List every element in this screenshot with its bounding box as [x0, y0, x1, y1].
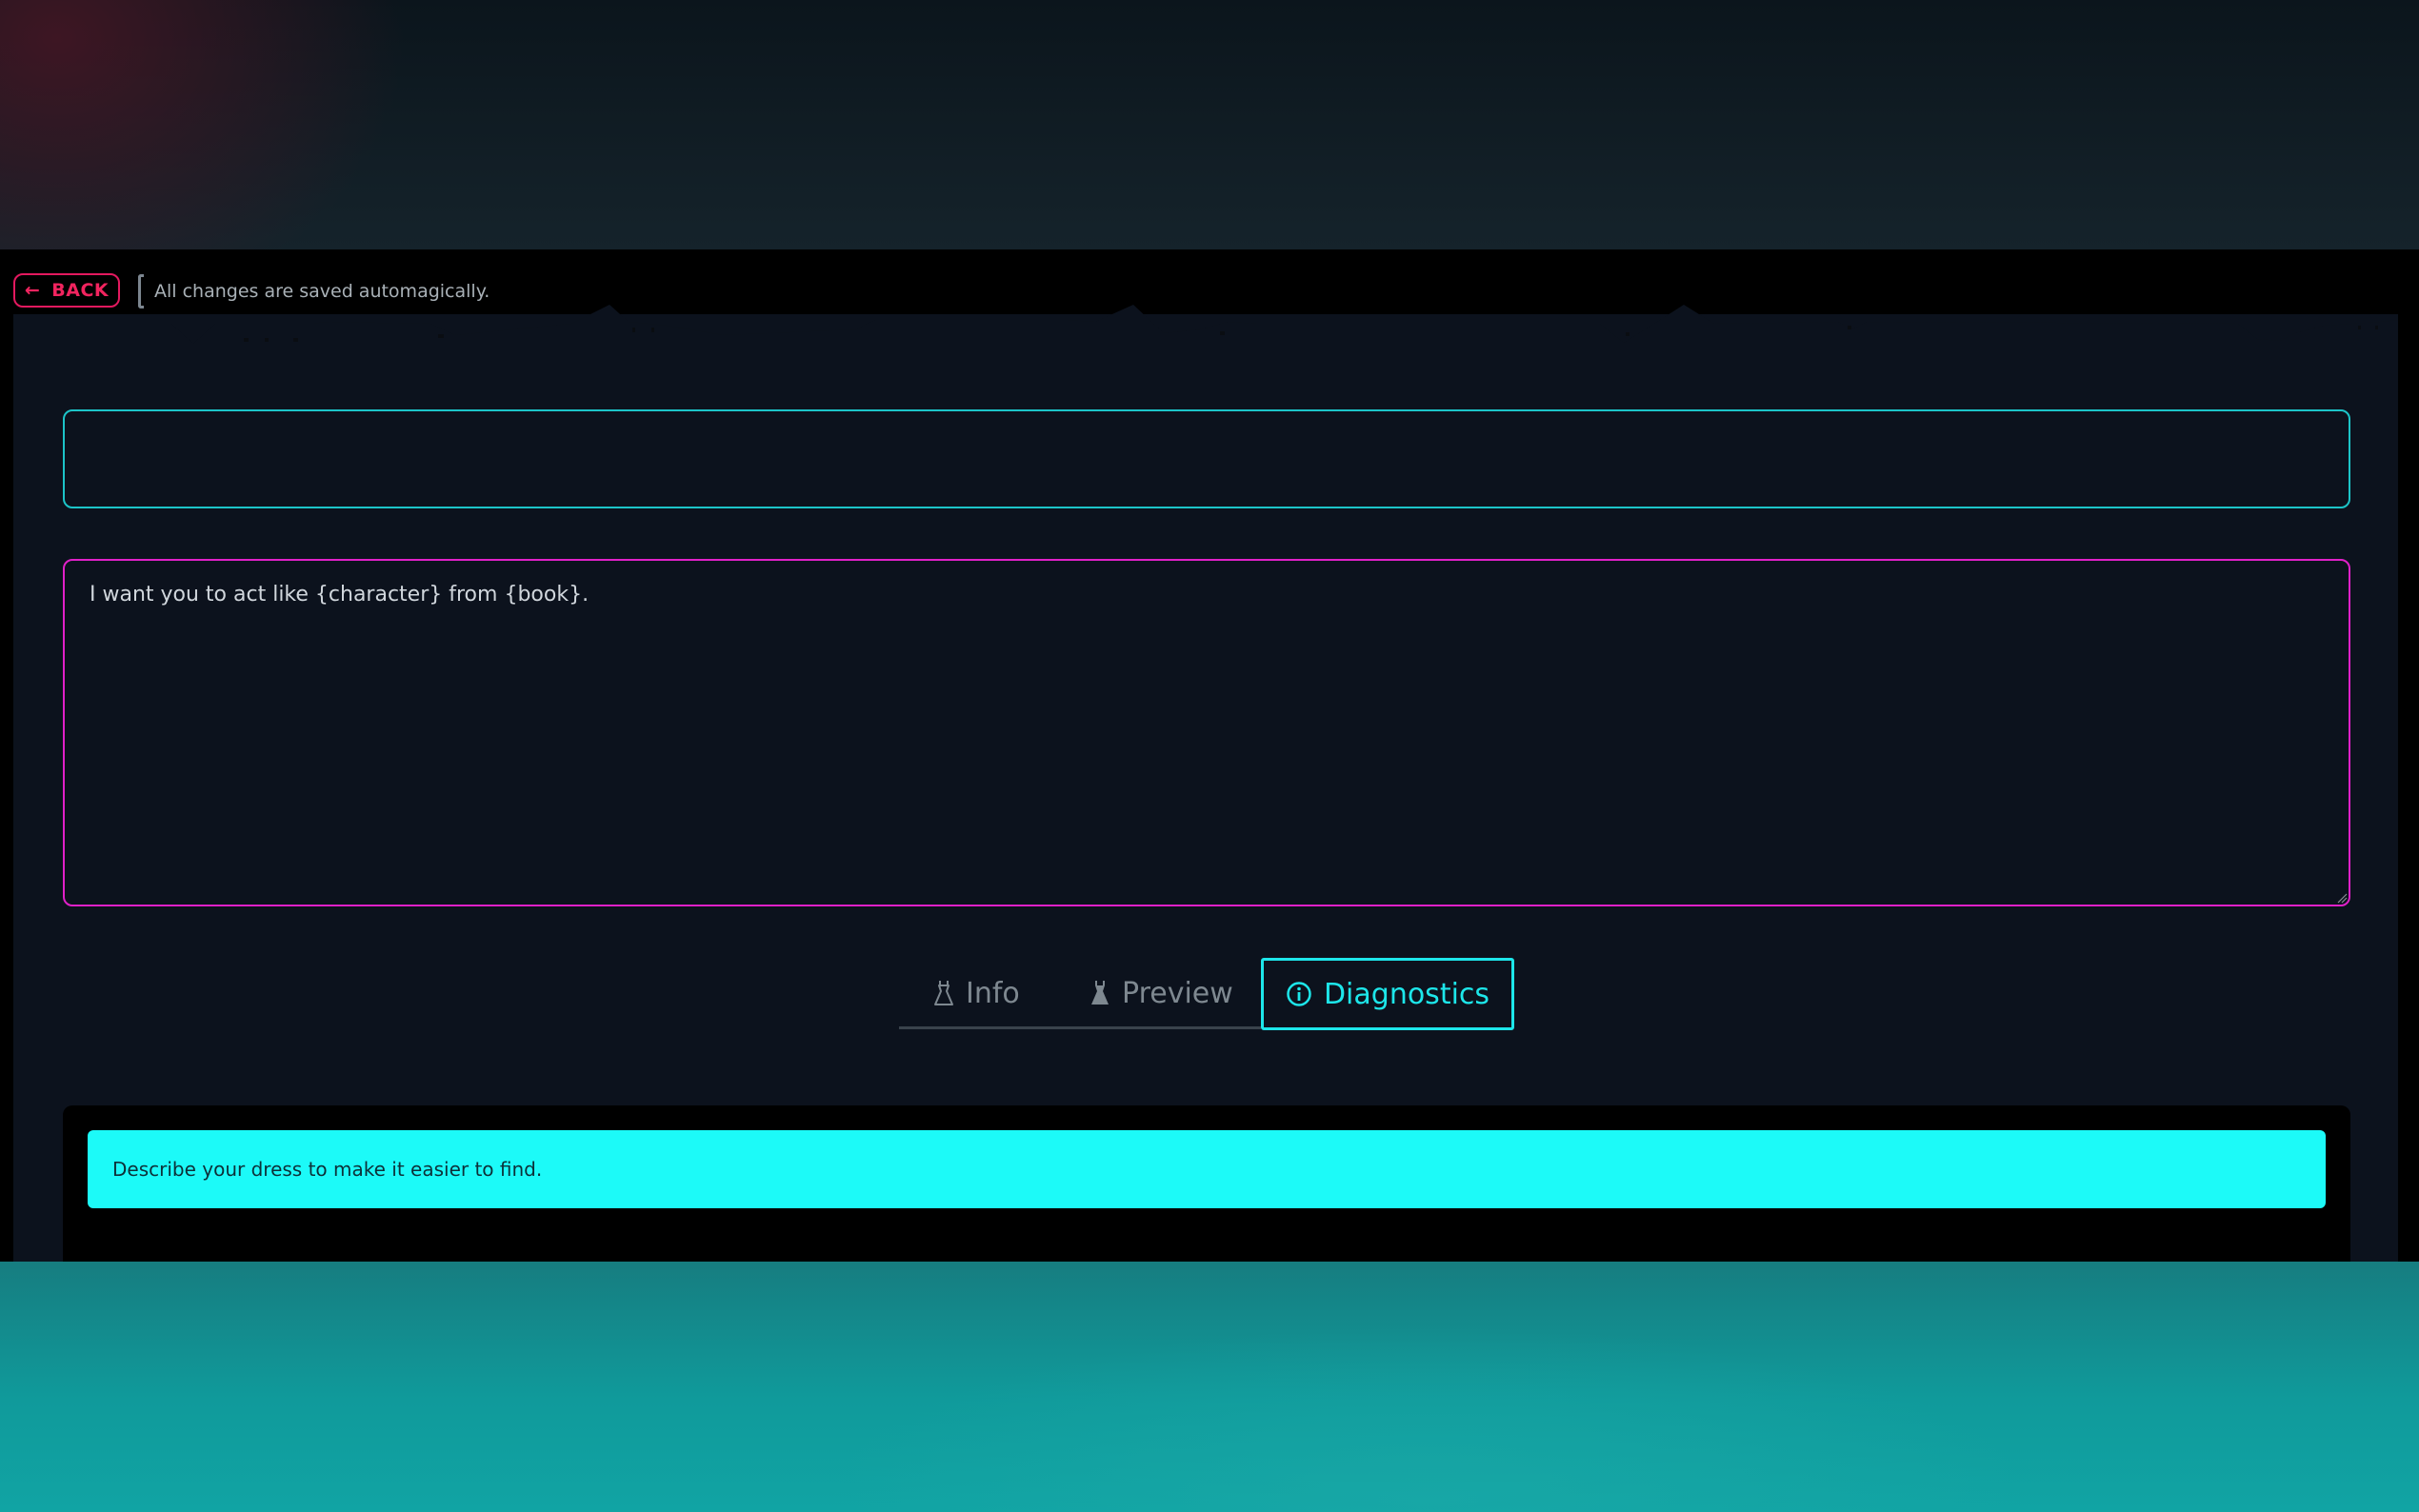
tab-info[interactable]: Info [933, 960, 1020, 1026]
arrow-left-icon: ← [24, 279, 41, 301]
tab-info-label: Info [966, 976, 1020, 1010]
save-status-text: All changes are saved automagically. [154, 281, 490, 302]
back-button-label: BACK [51, 280, 110, 301]
background-top [0, 0, 2419, 249]
title-input[interactable] [63, 409, 2350, 508]
dress-outline-icon [933, 980, 954, 1006]
tab-preview-label: Preview [1122, 976, 1233, 1010]
panel-jagged-edge [13, 305, 2398, 350]
tab-diagnostics[interactable]: Diagnostics [1261, 958, 1514, 1030]
tab-preview[interactable]: Preview [1090, 960, 1233, 1026]
resize-handle-icon[interactable] [2336, 892, 2348, 904]
tabs-underline [899, 1026, 1261, 1029]
dress-filled-icon [1090, 980, 1110, 1006]
prompt-textarea[interactable]: I want you to act like {character} from … [63, 559, 2350, 906]
info-circle-icon [1286, 981, 1312, 1007]
diagnostic-hint-text: Describe your dress to make it easier to… [112, 1158, 543, 1181]
background-bottom [0, 1262, 2419, 1512]
diagnostic-hint: Describe your dress to make it easier to… [88, 1130, 2326, 1208]
tab-diagnostics-label: Diagnostics [1323, 977, 1490, 1011]
